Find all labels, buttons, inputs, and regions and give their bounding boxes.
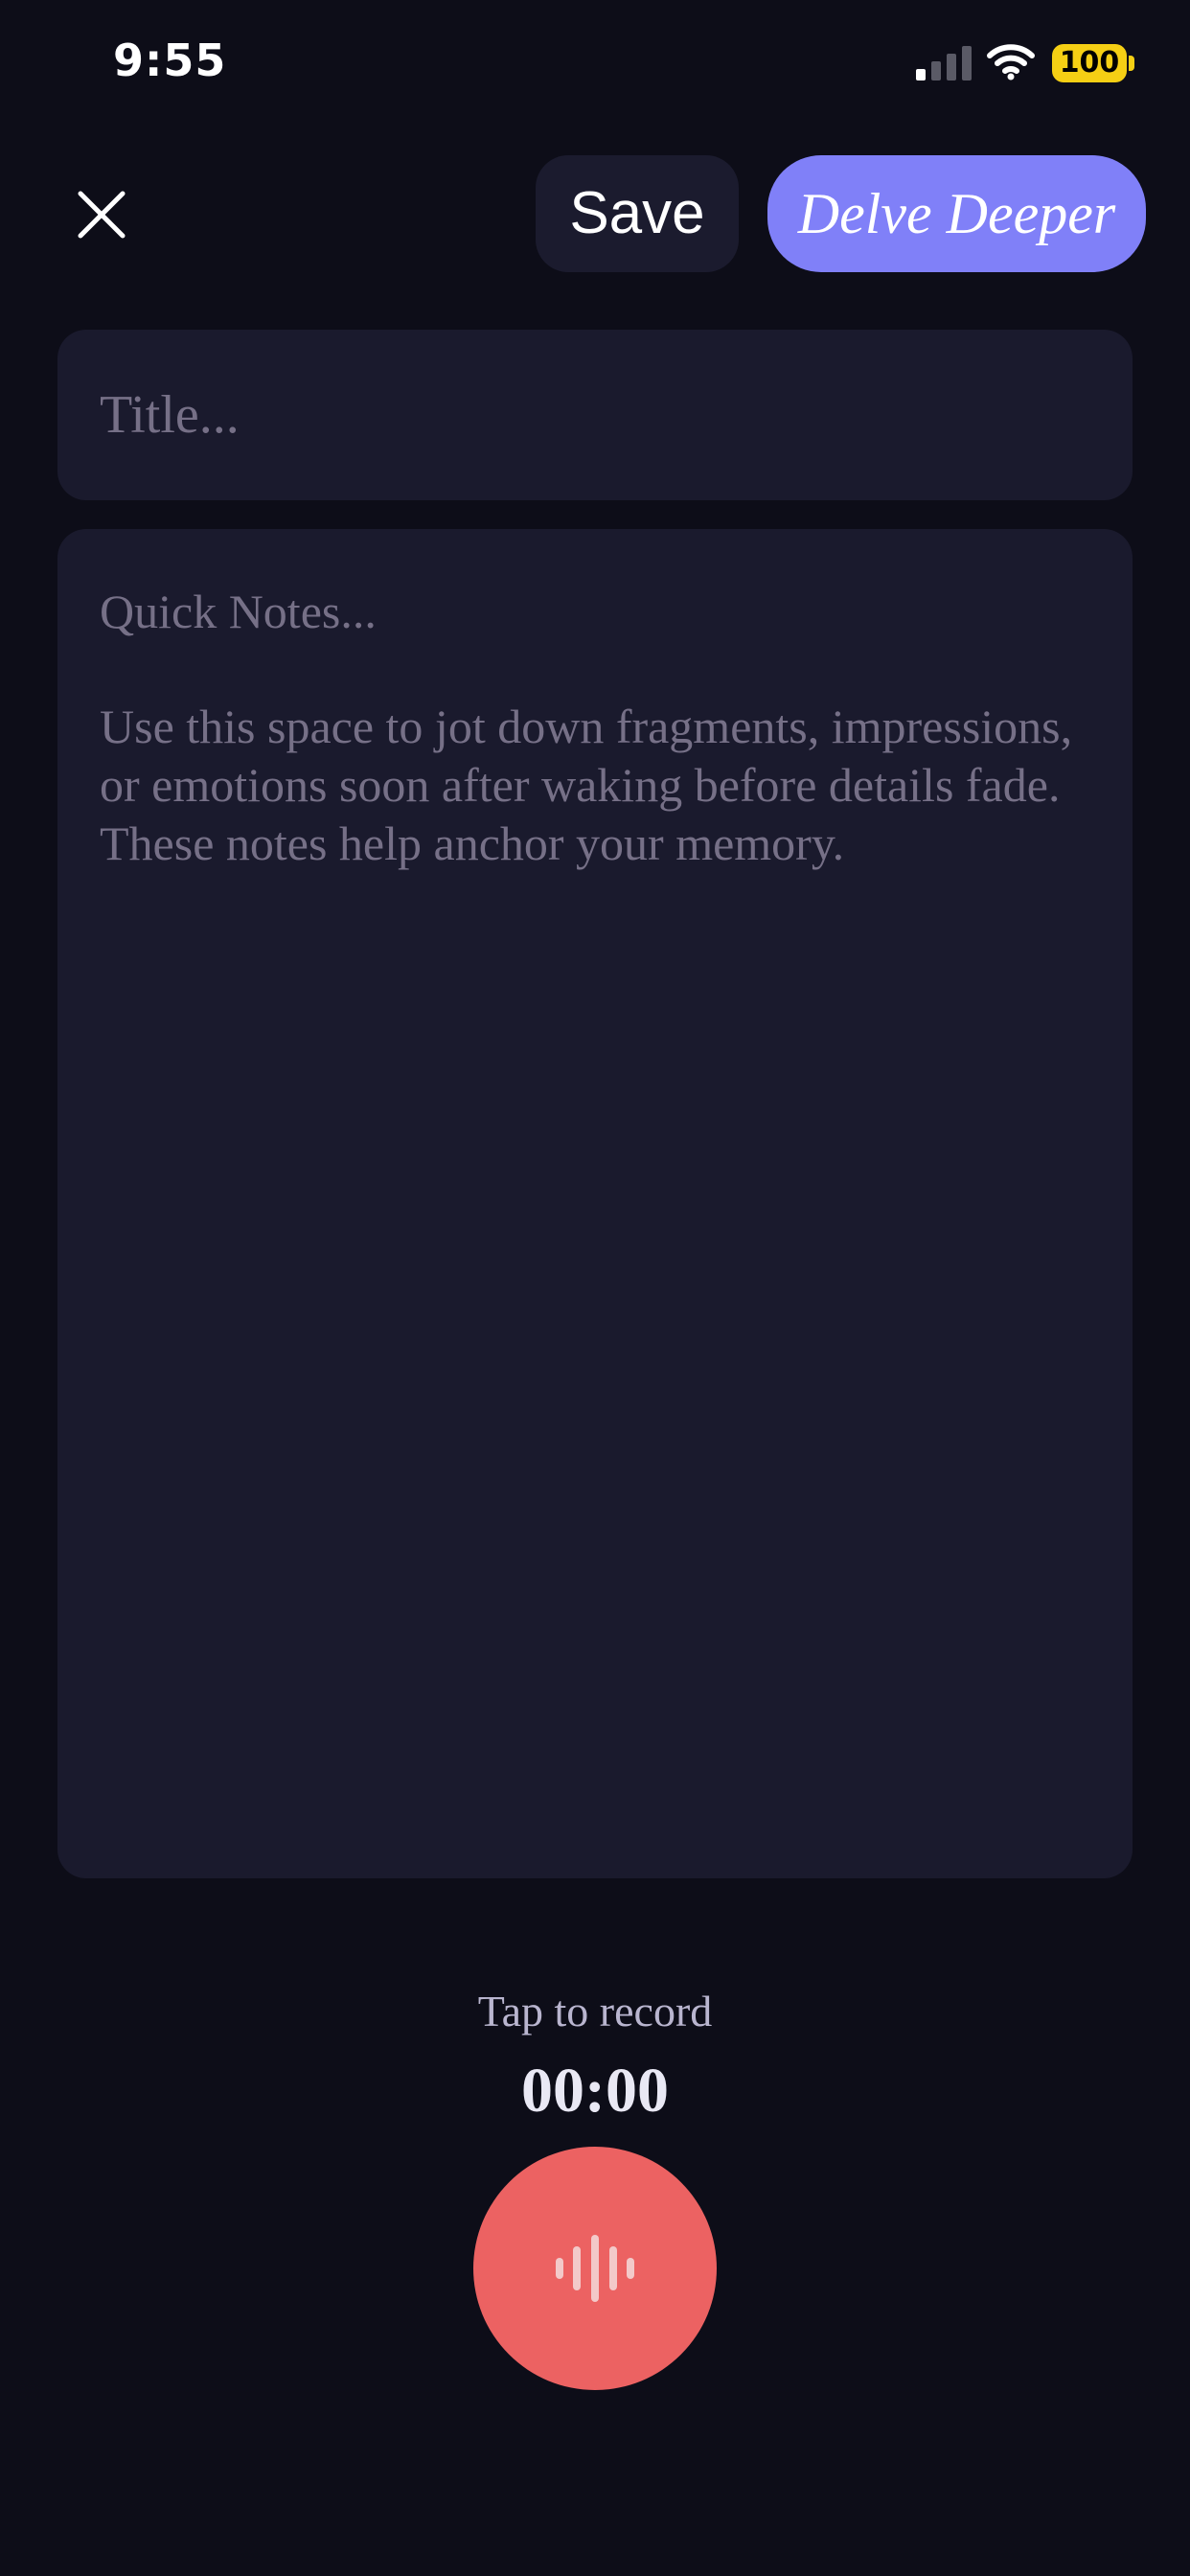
delve-deeper-button[interactable]: Delve Deeper xyxy=(767,155,1146,272)
title-input[interactable] xyxy=(100,330,1087,500)
record-timer: 00:00 xyxy=(521,2056,669,2126)
battery-indicator: 100 xyxy=(1052,44,1127,82)
record-button[interactable] xyxy=(473,2147,717,2390)
title-field xyxy=(57,330,1133,500)
status-bar: 9:55 100 xyxy=(0,0,1190,134)
status-time: 9:55 xyxy=(113,34,227,86)
quick-notes-hint: Use this space to jot down fragments, im… xyxy=(100,700,1073,870)
close-icon xyxy=(78,191,126,239)
cellular-signal-icon xyxy=(916,46,972,80)
close-button[interactable] xyxy=(67,180,136,249)
audio-waveform-icon xyxy=(556,2235,634,2302)
quick-notes-placeholder: Quick Notes... xyxy=(100,585,377,638)
quick-notes-field[interactable]: Quick Notes... Use this space to jot dow… xyxy=(57,529,1133,1878)
wifi-icon xyxy=(987,44,1035,80)
battery-cap xyxy=(1129,56,1134,71)
record-label: Tap to record xyxy=(477,1987,713,2036)
save-button[interactable]: Save xyxy=(536,155,739,272)
